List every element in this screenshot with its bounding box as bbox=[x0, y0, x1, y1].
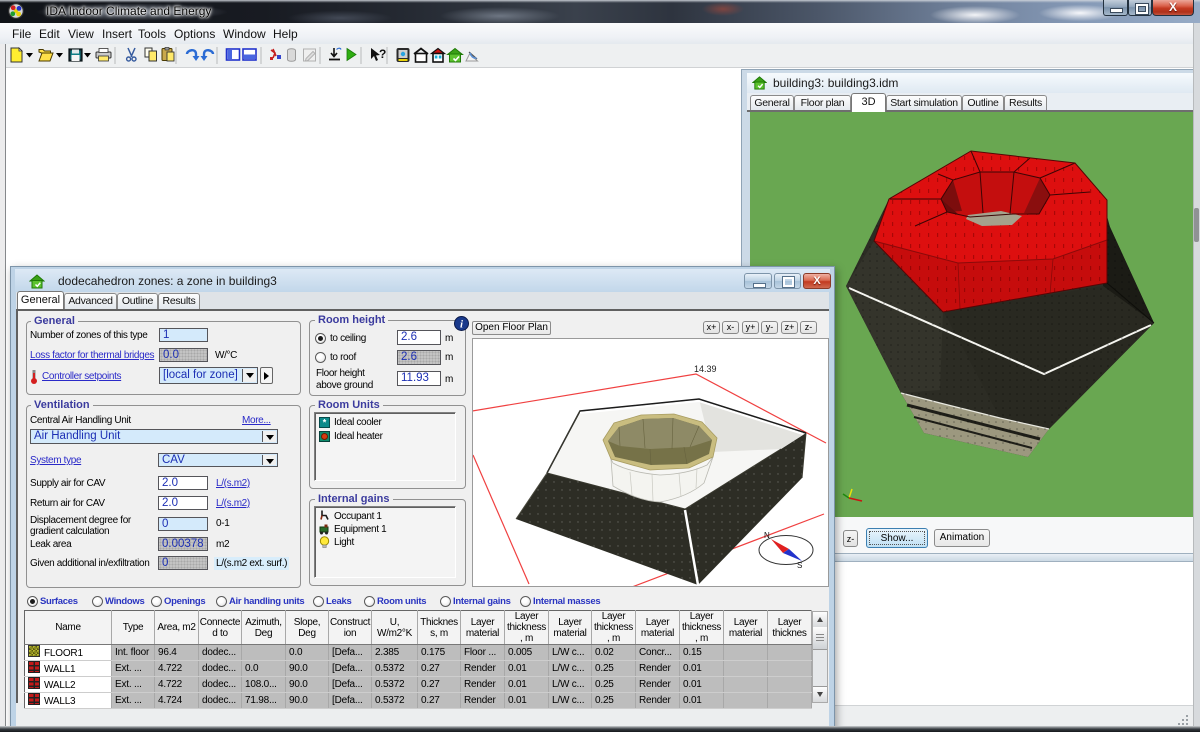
svg-text:N: N bbox=[764, 531, 770, 540]
svg-text:*: * bbox=[323, 418, 327, 428]
svg-text:?: ? bbox=[379, 47, 386, 61]
svg-text:14.39: 14.39 bbox=[694, 364, 717, 374]
svg-text:S: S bbox=[797, 561, 802, 570]
